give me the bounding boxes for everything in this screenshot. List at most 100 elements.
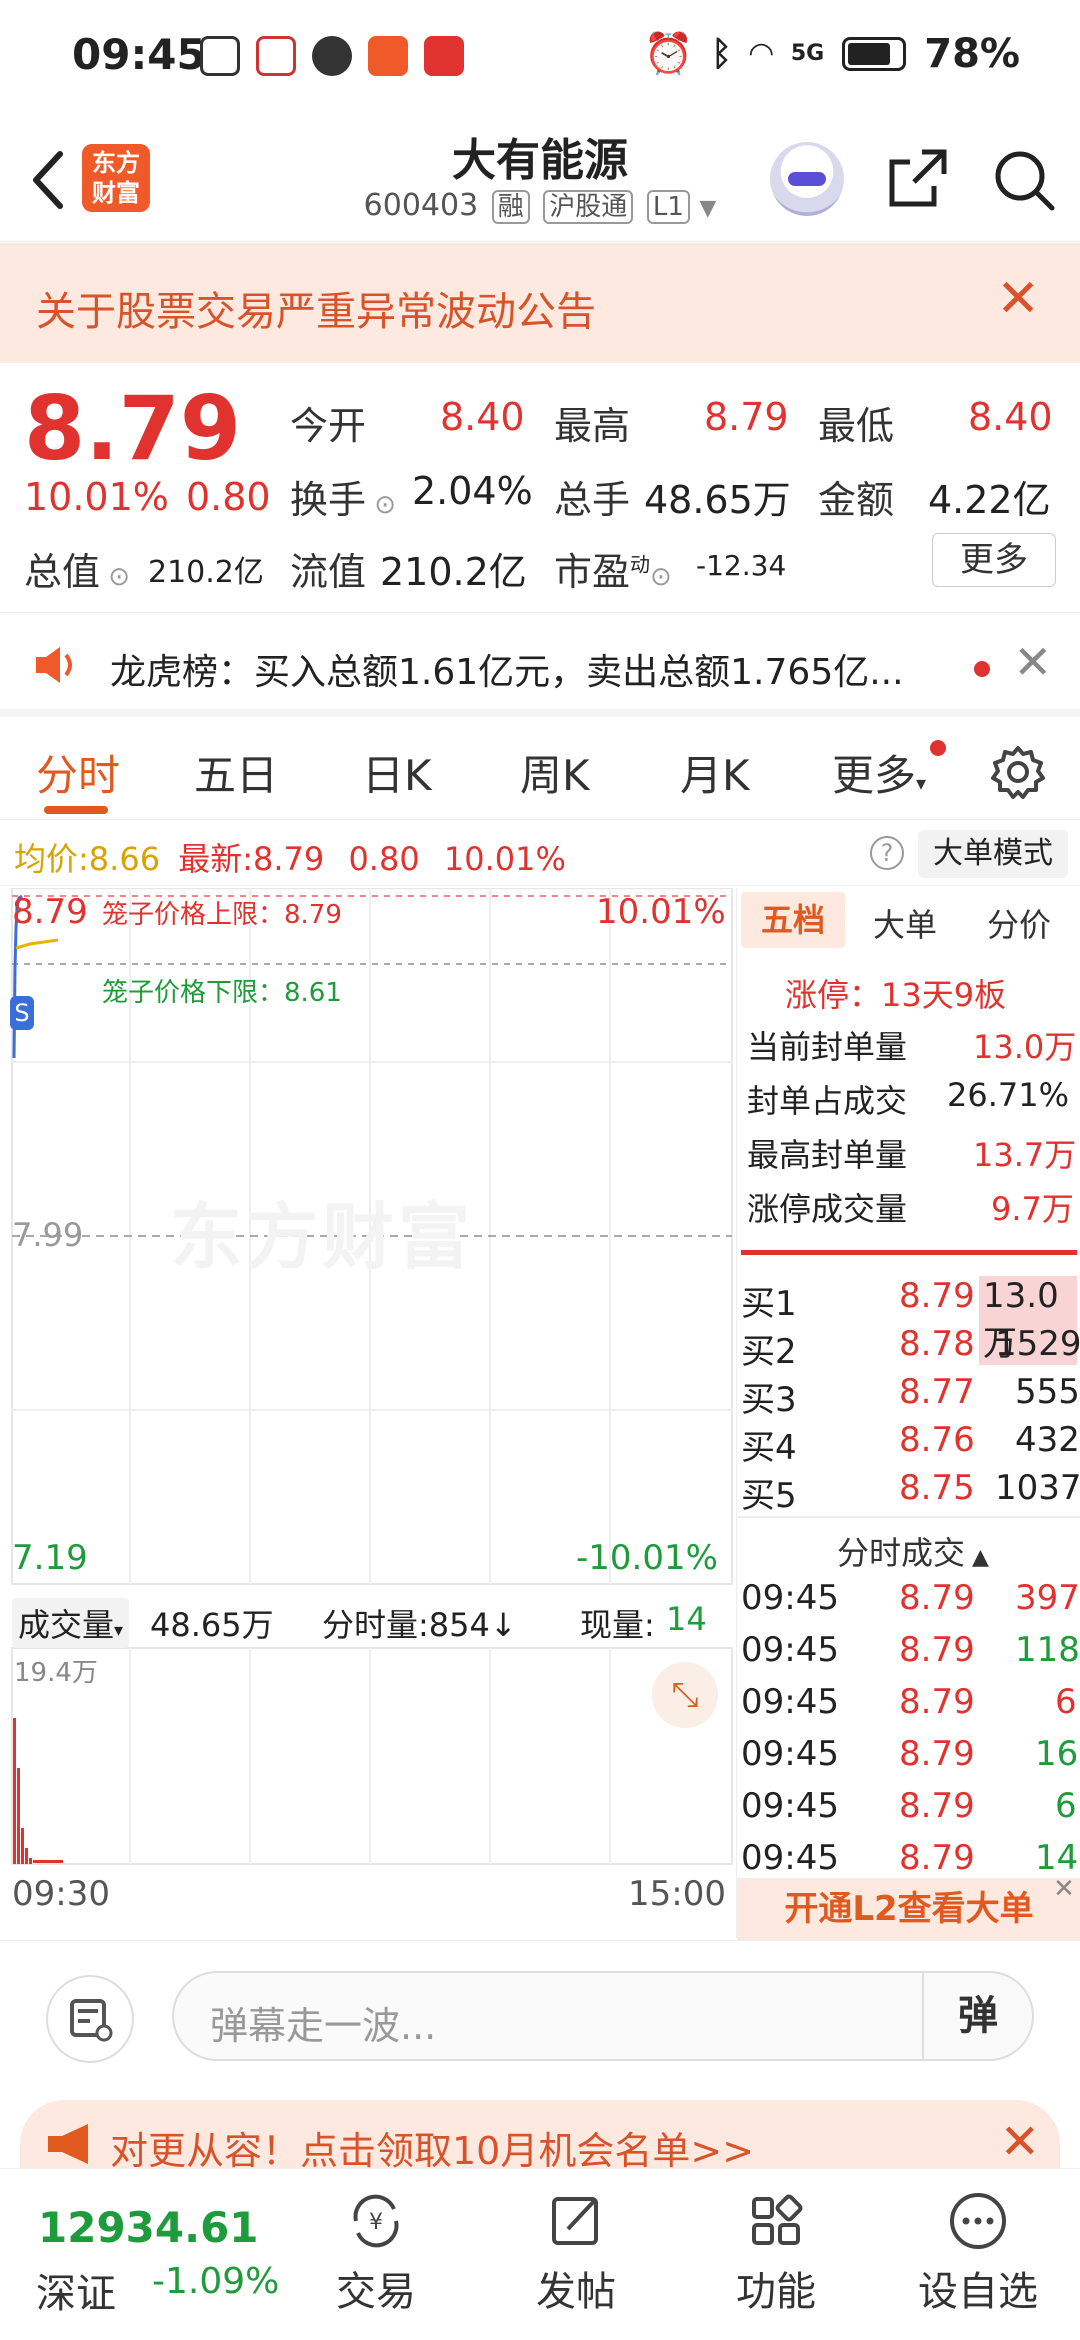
bid-row[interactable]: 买3 8.77 555 [741, 1368, 1080, 1420]
total-cap-value: 210.2亿 [148, 555, 264, 590]
latest-label: 最新: [178, 840, 254, 878]
close-icon[interactable]: ✕ [1053, 1874, 1075, 1904]
announcement-text[interactable]: 关于股票交易严重异常波动公告 [36, 279, 596, 337]
turnover-field[interactable]: 换手 ⊙ [290, 469, 396, 524]
nav-label: 功能 [736, 2269, 816, 2315]
battery-level: 78% [924, 30, 1020, 77]
status-bar: 09:45 ⏰ ᛒ ◠ 5G 78% [0, 0, 1080, 120]
volume-value: 48.65万 [644, 478, 791, 522]
change-amount: 0.80 [186, 475, 271, 519]
tick-row: 09:45 8.79 16 [741, 1734, 1079, 1774]
nfc-icon [200, 36, 240, 76]
open-value: 8.40 [440, 395, 525, 439]
danmu-send-button[interactable]: 弹 [922, 1973, 1032, 2059]
expand-icon[interactable]: ⤡ [652, 1662, 718, 1728]
news-app-icon [424, 36, 464, 76]
time-end: 15:00 [628, 1874, 726, 1914]
bid-row[interactable]: 买1 8.79 13.0万 [741, 1272, 1077, 1365]
volume-selector[interactable]: 成交量▾ [12, 1598, 130, 1648]
volume-axis-max: 19.4万 [14, 1658, 98, 1688]
nav-trade[interactable]: ¥ 交易 [306, 2189, 446, 2317]
battery-icon [842, 36, 907, 71]
notification-icons [200, 36, 464, 76]
tab-monthly-k[interactable]: 月K [680, 742, 750, 803]
tab-price-distribution[interactable]: 分价 [987, 900, 1051, 946]
index-name[interactable]: 深证 [36, 2261, 116, 2319]
tab-five-day[interactable]: 五日 [194, 742, 278, 803]
status-right: ⏰ ᛒ ◠ 5G 78% [644, 30, 1020, 78]
help-icon[interactable]: ? [870, 836, 904, 870]
timeshare-chart[interactable]: 东方财富 8.79 10.01% 笼子价格上限：8.79 笼子价格下限：8.61… [10, 888, 734, 1914]
share-icon[interactable] [886, 146, 950, 210]
float-cap-field: 流值 [290, 550, 367, 594]
nav-add-watchlist[interactable]: 设自选 [908, 2189, 1048, 2317]
promo-text[interactable]: 对更从容！点击领取10月机会名单>> [110, 2120, 754, 2175]
tab-timeshare[interactable]: 分时 [36, 742, 120, 803]
timeshare-volume: 分时量:854↓ [322, 1606, 517, 1644]
nav-functions[interactable]: 功能 [706, 2189, 846, 2317]
unread-dot [974, 661, 990, 677]
signal-icon: 5G [790, 41, 825, 66]
tick-row: 09:45 8.79 14 [741, 1838, 1079, 1878]
volume-header: 成交量▾ 48.65万 分时量:854↓ 现量: 14 [10, 1590, 734, 1648]
turnover-value: 2.04% [412, 469, 533, 513]
big-order-mode-button[interactable]: 大单模式 [918, 830, 1068, 878]
ticks-title[interactable]: 分时成交 ▲ [837, 1528, 989, 1574]
axis-top-pct: 10.01% [596, 892, 726, 932]
svg-text:¥: ¥ [369, 2210, 383, 2235]
close-icon[interactable]: ✕ [1000, 2114, 1040, 2170]
pe-field[interactable]: 市盈动⊙ [554, 541, 672, 596]
tab-more[interactable]: 更多▾ [832, 742, 926, 803]
tab-weekly-k[interactable]: 周K [520, 742, 590, 803]
open-l2-button[interactable]: 开通L2查看大单 [737, 1878, 1080, 1940]
close-icon[interactable]: ✕ [996, 269, 1040, 329]
volume-total: 48.65万 [150, 1606, 274, 1644]
tab-daily-k[interactable]: 日K [362, 742, 432, 803]
back-arrow-icon[interactable] [20, 140, 80, 220]
axis-bottom-price: 7.19 [12, 1538, 88, 1578]
edit-post-icon [552, 2197, 598, 2245]
total-cap-field[interactable]: 总值 ⊙ [24, 541, 130, 596]
app-logo[interactable]: 东方财富 [82, 144, 150, 212]
danmu-input[interactable]: 弹幕走一波... 弹 [172, 1971, 1034, 2061]
trade-icon: ¥ [353, 2194, 399, 2248]
dragon-tiger-bar[interactable]: 龙虎榜：买入总额1.61亿元，卖出总额1.765亿... ✕ [0, 613, 1080, 717]
search-icon[interactable] [990, 146, 1056, 212]
stat-value: 26.71% [947, 1076, 1070, 1114]
speaker-icon [36, 647, 72, 683]
settings-gear-icon[interactable] [990, 744, 1046, 800]
watermark: 东方财富 [170, 1195, 475, 1279]
index-value[interactable]: 12934.61 [38, 2203, 259, 2252]
tick-row: 09:45 8.79 397 [741, 1578, 1080, 1618]
order-book-panel: 五档 大单 分价 涨停：13天9板 当前封单量 13.0万 封单占成交 26.7… [736, 888, 1080, 1940]
signal-s-icon[interactable]: S [10, 996, 34, 1030]
tag-connect: 沪股通 [543, 190, 634, 224]
avg-latest-line: 均价:8.66 最新:8.79 0.80 10.01% [14, 834, 566, 880]
nav-post[interactable]: 发帖 [506, 2189, 646, 2317]
danmu-settings-icon[interactable] [46, 1975, 134, 2063]
latest-pct: 10.01% [443, 840, 566, 878]
stat-value: 13.7万 [973, 1136, 1077, 1174]
stat-label: 最高封单量 [747, 1136, 908, 1174]
more-button[interactable]: 更多 [932, 533, 1056, 587]
high-field: 最高 [554, 404, 631, 448]
chevron-down-icon[interactable]: ▼ [699, 196, 716, 221]
tab-big-orders[interactable]: 大单 [873, 900, 937, 946]
low-value: 8.40 [968, 395, 1053, 439]
bid-row[interactable]: 买4 8.76 432 [741, 1416, 1080, 1468]
danmu-placeholder: 弹幕走一波... [210, 2004, 437, 2048]
tab-five-levels[interactable]: 五档 [741, 892, 845, 948]
bid-row[interactable]: 买5 8.75 1037 [741, 1464, 1080, 1516]
announcement-banner[interactable]: 关于股票交易严重异常波动公告 ✕ [0, 243, 1080, 363]
more-dots-icon [950, 2193, 1006, 2249]
stat-label: 涨停成交量 [747, 1190, 908, 1228]
divider [737, 1516, 1080, 1518]
bid-row[interactable]: 买2 8.78 1529 [741, 1320, 1080, 1372]
axis-bottom-pct: -10.01% [576, 1538, 718, 1578]
ai-assistant-icon[interactable] [770, 142, 844, 216]
dragon-tiger-text[interactable]: 龙虎榜：买入总额1.61亿元，卖出总额1.765亿... [110, 643, 960, 695]
stat-value: 13.0万 [973, 1028, 1077, 1066]
close-icon[interactable]: ✕ [1013, 635, 1052, 689]
active-tab-indicator [44, 806, 108, 814]
avg-value: 8.66 [88, 840, 161, 878]
